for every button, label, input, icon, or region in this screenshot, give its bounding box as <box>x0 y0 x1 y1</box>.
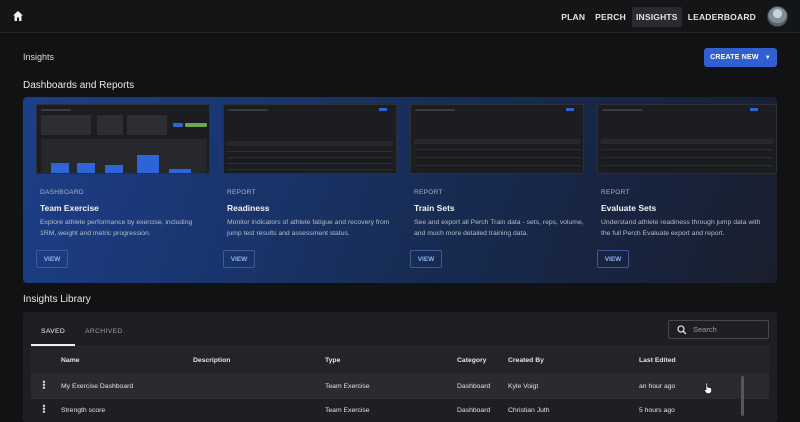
page-title: Insights <box>23 52 55 62</box>
dashboard-card: DASHBOARD Team Exercise Explore athlete … <box>23 97 210 283</box>
column-header-created-by[interactable]: Created By <box>508 357 544 364</box>
card-type: REPORT <box>227 189 256 196</box>
more-vert-icon[interactable]: • • • <box>42 378 46 393</box>
card-name: Readiness <box>227 203 270 213</box>
column-header-last-edited[interactable]: Last Edited <box>639 357 676 364</box>
cell-category: Dashboard <box>457 383 491 390</box>
view-button[interactable]: VIEW <box>597 250 629 268</box>
create-new-label: CREATE NEW <box>710 54 759 61</box>
library-title: Insights Library <box>23 294 91 305</box>
search-input[interactable] <box>693 325 763 334</box>
search-box[interactable] <box>668 320 769 339</box>
pointer-cursor-icon <box>703 382 712 394</box>
table-scrollbar[interactable] <box>741 376 744 416</box>
tab-saved[interactable]: SAVED <box>31 326 76 346</box>
dashboard-card: REPORT Readiness Monitor indicators of a… <box>210 97 397 283</box>
nav-plan[interactable]: PLAN <box>557 7 589 27</box>
cell-category: Dashboard <box>457 407 491 414</box>
cell-last-edited: an hour ago <box>639 383 676 390</box>
card-thumbnail <box>36 104 210 174</box>
cell-name: Strength score <box>61 407 106 414</box>
table-row[interactable]: • • • Strength score Team Exercise Dashboa… <box>31 398 769 422</box>
dashboard-card: REPORT Train Sets See and export all Per… <box>397 97 584 283</box>
nav-leaderboard[interactable]: LEADERBOARD <box>684 7 760 27</box>
more-vert-icon[interactable]: • • • <box>42 402 46 417</box>
main-nav: PLAN PERCH INSIGHTS LEADERBOARD <box>557 7 760 27</box>
card-description: Monitor indicators of athlete fatigue an… <box>227 219 390 237</box>
search-icon <box>677 324 687 334</box>
dashboards-title: Dashboards and Reports <box>23 80 135 91</box>
caret-down-icon: ▼ <box>764 54 771 61</box>
card-name: Team Exercise <box>40 203 99 213</box>
card-thumbnail <box>410 104 584 174</box>
card-type: REPORT <box>414 189 443 196</box>
table-header: Name Description Type Category Created B… <box>31 346 769 374</box>
cell-name: My Exercise Dashboard <box>61 383 134 390</box>
tab-archived[interactable]: ARCHIVED <box>75 326 133 346</box>
nav-insights[interactable]: INSIGHTS <box>631 7 682 27</box>
column-header-category[interactable]: Category <box>457 357 486 364</box>
view-button[interactable]: VIEW <box>223 250 255 268</box>
column-header-type[interactable]: Type <box>325 357 340 364</box>
table-row[interactable]: • • • My Exercise Dashboard Team Exercise … <box>31 374 769 398</box>
card-name: Evaluate Sets <box>601 203 657 213</box>
card-description: See and export all Perch Train data - se… <box>414 219 584 237</box>
card-type: DASHBOARD <box>40 189 84 196</box>
card-description: Explore athlete performance by exercise,… <box>40 219 193 237</box>
library-table: Name Description Type Category Created B… <box>31 346 769 422</box>
cell-last-edited: 5 hours ago <box>639 407 675 414</box>
dashboards-panel: DASHBOARD Team Exercise Explore athlete … <box>23 97 777 283</box>
column-header-description[interactable]: Description <box>193 357 230 364</box>
cell-type: Team Exercise <box>325 383 370 390</box>
cell-type: Team Exercise <box>325 407 370 414</box>
create-new-button[interactable]: CREATE NEW ▼ <box>704 48 777 67</box>
card-name: Train Sets <box>414 203 455 213</box>
insights-library-panel: SAVED ARCHIVED Name Description Type Cat… <box>23 312 777 422</box>
cell-created-by: Kyle Voigt <box>508 383 539 390</box>
nav-perch[interactable]: PERCH <box>591 7 630 27</box>
card-description: Understand athlete readiness through jum… <box>601 219 761 237</box>
column-header-name[interactable]: Name <box>61 357 80 364</box>
home-icon[interactable] <box>12 10 24 22</box>
top-bar: PLAN PERCH INSIGHTS LEADERBOARD <box>0 0 800 33</box>
library-tabs: SAVED ARCHIVED <box>31 326 133 346</box>
card-thumbnail <box>597 104 777 174</box>
view-button[interactable]: VIEW <box>410 250 442 268</box>
avatar[interactable] <box>767 6 788 27</box>
dashboard-card: REPORT Evaluate Sets Understand athlete … <box>584 97 777 283</box>
card-type: REPORT <box>601 189 630 196</box>
cell-created-by: Christian Juth <box>508 407 550 414</box>
view-button[interactable]: VIEW <box>36 250 68 268</box>
card-thumbnail <box>223 104 397 174</box>
